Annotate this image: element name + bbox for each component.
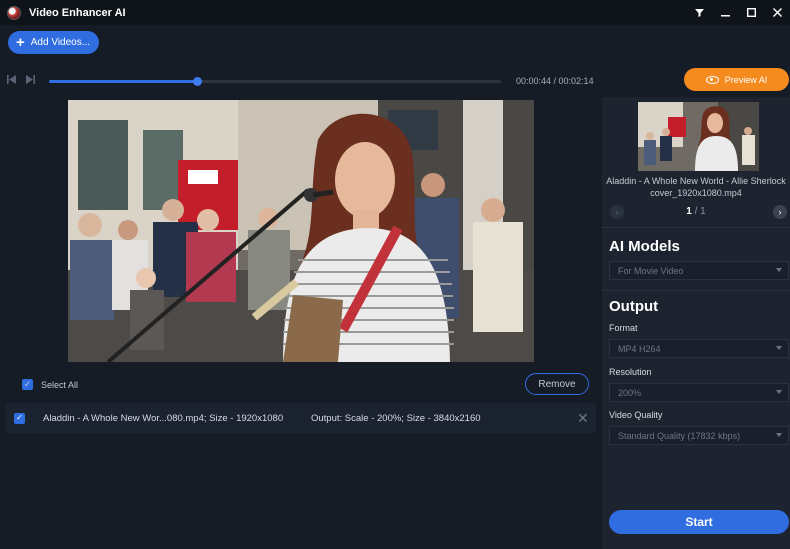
minimize-icon[interactable] (712, 0, 738, 25)
player-bar: 00:00:44 / 00:02:14 (0, 68, 600, 94)
select-all-checkbox[interactable]: ✓ (22, 379, 33, 390)
next-page-icon[interactable]: › (773, 205, 787, 219)
ai-model-value: For Movie Video (618, 265, 684, 276)
file-output: Output: Scale - 200%; Size - 3840x2160 (311, 412, 481, 424)
divider (602, 290, 790, 291)
file-name: Aladdin - A Whole New Wor...080.mp4; Siz… (43, 412, 284, 424)
maximize-icon[interactable] (738, 0, 764, 25)
plus-icon: + (16, 34, 25, 51)
resolution-select[interactable]: 200% (609, 383, 789, 402)
output-title: Output (609, 298, 659, 315)
video-quality-value: Standard Quality (17832 kbps) (618, 430, 741, 441)
video-quality-label: Video Quality (609, 410, 663, 420)
page-total: 1 (700, 206, 706, 217)
preview-ai-button[interactable]: Preview AI (684, 68, 789, 91)
select-all[interactable]: ✓ Select All (14, 379, 78, 390)
file-checkbox[interactable]: ✓ (14, 412, 25, 424)
thumbnail-title: Aladdin - A Whole New World - Allie Sher… (606, 176, 786, 198)
progress-handle[interactable] (193, 77, 203, 86)
progress-track[interactable] (49, 77, 501, 86)
remove-file-icon[interactable]: ✕ (577, 410, 589, 427)
add-videos-label: Add Videos... (30, 37, 91, 48)
format-label: Format (609, 323, 638, 333)
skip-forward-icon[interactable] (26, 75, 35, 86)
toolbar: + Add Videos... (0, 25, 790, 61)
chevron-down-icon (776, 433, 782, 437)
format-select[interactable]: MP4 H264 (609, 339, 789, 358)
progress-fill (49, 80, 198, 83)
skip-back-icon[interactable] (7, 75, 16, 86)
resolution-value: 200% (618, 387, 642, 398)
preview-ai-label: Preview AI (724, 74, 768, 85)
app-logo-icon (7, 5, 21, 20)
eye-icon (705, 75, 719, 84)
chevron-down-icon (776, 268, 782, 272)
chevron-down-icon (776, 390, 782, 394)
video-quality-select[interactable]: Standard Quality (17832 kbps) (609, 426, 789, 445)
playback-time: 00:00:44 / 00:02:14 (516, 76, 594, 86)
ai-model-select[interactable]: For Movie Video (609, 261, 789, 280)
close-icon[interactable] (764, 0, 790, 25)
ai-models-title: AI Models (609, 238, 680, 255)
window-controls (686, 0, 790, 25)
resolution-label: Resolution (609, 367, 652, 377)
title-bar: Video Enhancer AI (0, 0, 790, 25)
start-button[interactable]: Start (609, 510, 789, 534)
app-title: Video Enhancer AI (29, 6, 126, 19)
settings-panel: Aladdin - A Whole New World - Allie Sher… (602, 97, 790, 549)
filter-icon[interactable] (686, 0, 712, 25)
remove-button[interactable]: Remove (525, 373, 589, 395)
format-value: MP4 H264 (618, 343, 661, 354)
video-preview (68, 100, 534, 362)
pager: ‹ 1 / 1 › (602, 205, 790, 219)
select-all-label: Select All (41, 379, 79, 390)
video-thumbnail[interactable] (638, 102, 759, 171)
chevron-down-icon (776, 346, 782, 350)
divider (602, 227, 790, 228)
page-indicator: 1 / 1 (602, 206, 790, 217)
add-videos-button[interactable]: + Add Videos... (8, 31, 99, 54)
page-separator: / (691, 206, 701, 217)
file-row[interactable]: ✓ Aladdin - A Whole New Wor...080.mp4; S… (6, 403, 596, 433)
